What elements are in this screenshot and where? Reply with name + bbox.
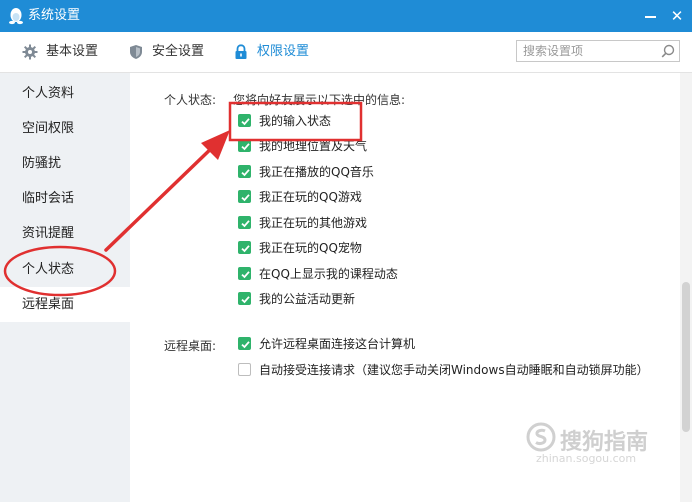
checkbox-checked[interactable] bbox=[238, 337, 251, 350]
settings-content: 个人状态: 您将向好友展示以下选中的信息: 我的输入状态 我的地理位置及天气 我… bbox=[130, 73, 680, 502]
sidebar-item-personal-status[interactable]: 个人状态 bbox=[0, 252, 130, 287]
option-label: 自动接受连接请求（建议您手动关闭Windows自动睡眠和自动锁屏功能） bbox=[259, 363, 649, 377]
checkmark-icon bbox=[241, 118, 250, 126]
option-label: 我正在播放的QQ音乐 bbox=[259, 165, 374, 179]
close-button[interactable]: ✕ bbox=[668, 7, 686, 25]
sidebar-item-label: 临时会话 bbox=[22, 191, 75, 206]
option-label: 我的地理位置及天气 bbox=[259, 139, 368, 153]
tab-basic-settings[interactable]: 基本设置 bbox=[22, 32, 102, 72]
option-label: 我正在玩的QQ游戏 bbox=[259, 190, 362, 204]
checkmark-icon bbox=[241, 194, 250, 202]
option-label: 在QQ上显示我的课程动态 bbox=[259, 267, 398, 281]
sidebar-item-anti-harassment[interactable]: 防骚扰 bbox=[0, 146, 130, 181]
option-label: 我的公益活动更新 bbox=[259, 292, 356, 306]
checkbox-checked[interactable] bbox=[238, 267, 251, 280]
sidebar-item-label: 防骚扰 bbox=[22, 156, 62, 171]
shield-icon bbox=[130, 45, 142, 59]
minimize-icon bbox=[645, 16, 656, 18]
sidebar-item-label: 资讯提醒 bbox=[22, 226, 75, 241]
option-label: 我的输入状态 bbox=[259, 114, 332, 128]
settings-search[interactable] bbox=[516, 40, 680, 62]
checkbox-unchecked[interactable] bbox=[238, 363, 251, 376]
sidebar-item-news-reminder[interactable]: 资讯提醒 bbox=[0, 216, 130, 251]
window-title: 系统设置 bbox=[28, 8, 81, 23]
title-bar[interactable]: 系统设置 ✕ bbox=[0, 0, 692, 32]
search-input[interactable] bbox=[523, 43, 653, 59]
tab-privacy-settings-label: 权限设置 bbox=[257, 44, 310, 59]
content-scrollbar-thumb[interactable] bbox=[682, 282, 690, 432]
checkmark-icon bbox=[241, 271, 250, 279]
checkmark-icon bbox=[241, 296, 250, 304]
checkmark-icon bbox=[241, 220, 250, 228]
checkbox-checked[interactable] bbox=[238, 241, 251, 254]
sidebar-item-label: 个人资料 bbox=[22, 86, 75, 101]
checkbox-checked[interactable] bbox=[238, 216, 251, 229]
checkmark-icon bbox=[241, 341, 250, 349]
lock-icon bbox=[235, 44, 247, 59]
tab-basic-settings-label: 基本设置 bbox=[46, 44, 99, 59]
minimize-button[interactable] bbox=[642, 7, 660, 25]
sidebar-item-space-permission[interactable]: 空间权限 bbox=[0, 111, 130, 146]
option-label: 我正在玩的其他游戏 bbox=[259, 216, 368, 230]
tab-privacy-settings[interactable]: 权限设置 bbox=[233, 32, 313, 72]
checkbox-checked[interactable] bbox=[238, 165, 251, 178]
personal-status-section-label: 个人状态: bbox=[164, 93, 217, 107]
checkbox-checked[interactable] bbox=[238, 292, 251, 305]
sidebar-item-label: 远程桌面 bbox=[22, 297, 75, 312]
tab-security-settings[interactable]: 安全设置 bbox=[128, 32, 208, 72]
settings-window: 系统设置 ✕ 基本设置 安全设置 权限设置 搜索设置项 个人资料 空间权限 防骚… bbox=[0, 0, 692, 502]
checkbox-checked[interactable] bbox=[238, 190, 251, 203]
checkmark-icon bbox=[241, 245, 250, 253]
personal-status-description: 您将向好友展示以下选中的信息: bbox=[233, 93, 406, 107]
qq-penguin-icon bbox=[9, 8, 23, 25]
tab-security-settings-label: 安全设置 bbox=[152, 44, 205, 59]
settings-sidebar: 个人资料 空间权限 防骚扰 临时会话 资讯提醒 个人状态 远程桌面 bbox=[0, 73, 130, 502]
sidebar-item-label: 个人状态 bbox=[22, 262, 75, 277]
option-label: 允许远程桌面连接这台计算机 bbox=[259, 337, 416, 351]
sidebar-item-remote-desktop[interactable]: 远程桌面 bbox=[0, 287, 130, 322]
checkmark-icon bbox=[241, 143, 250, 151]
close-icon: ✕ bbox=[670, 7, 684, 25]
remote-desktop-section-label: 远程桌面: bbox=[164, 339, 217, 353]
checkbox-checked[interactable] bbox=[238, 114, 251, 127]
search-icon[interactable] bbox=[661, 44, 675, 58]
checkbox-checked[interactable] bbox=[238, 139, 251, 152]
sidebar-item-label: 空间权限 bbox=[22, 121, 75, 136]
sidebar-item-profile[interactable]: 个人资料 bbox=[0, 76, 130, 111]
option-label: 我正在玩的QQ宠物 bbox=[259, 241, 362, 255]
gear-icon bbox=[22, 44, 38, 60]
sidebar-item-temporary-chat[interactable]: 临时会话 bbox=[0, 181, 130, 216]
checkmark-icon bbox=[241, 169, 250, 177]
